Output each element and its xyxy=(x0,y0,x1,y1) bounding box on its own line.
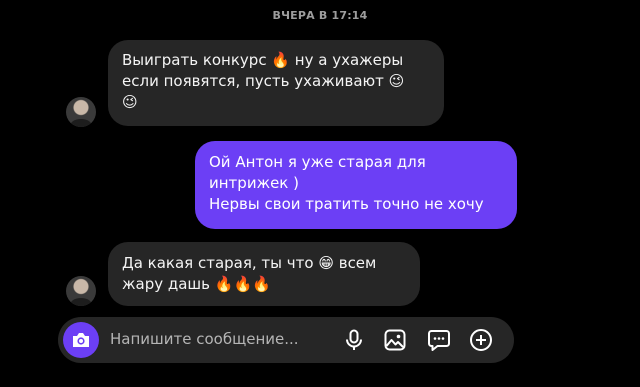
sticker-icon[interactable] xyxy=(427,328,451,352)
camera-icon xyxy=(73,333,89,347)
contact-avatar[interactable] xyxy=(66,276,96,306)
message-line: 😉 xyxy=(122,93,138,111)
outgoing-message-bubble[interactable]: Ой Антон я уже старая для интрижек ) Нер… xyxy=(195,141,517,229)
message-line: интрижек ) xyxy=(209,174,299,192)
message-line: Ой Антон я уже старая для xyxy=(209,153,426,171)
message-line: Выиграть конкурс 🔥 ну а ухажеры xyxy=(122,51,404,69)
message-composer: Напишите сообщение... xyxy=(58,317,514,363)
message-line: Да какая старая, ты что 😁 всем xyxy=(122,254,377,272)
message-line: Нервы свои тратить точно не хочу xyxy=(209,195,484,213)
message-line: жару дашь 🔥🔥🔥 xyxy=(122,275,271,293)
date-separator: ВЧЕРА В 17:14 xyxy=(272,9,368,22)
microphone-icon[interactable] xyxy=(342,328,366,352)
gallery-icon[interactable] xyxy=(383,328,407,352)
message-input[interactable]: Напишите сообщение... xyxy=(110,330,299,348)
incoming-message-bubble[interactable]: Выиграть конкурс 🔥 ну а ухажеры если поя… xyxy=(108,40,444,126)
camera-button[interactable] xyxy=(63,322,99,358)
plus-icon[interactable] xyxy=(469,328,493,352)
contact-avatar[interactable] xyxy=(66,97,96,127)
message-line: если появятся, пусть ухаживают 😉 xyxy=(122,72,405,90)
incoming-message-bubble[interactable]: Да какая старая, ты что 😁 всем жару дашь… xyxy=(108,242,420,306)
